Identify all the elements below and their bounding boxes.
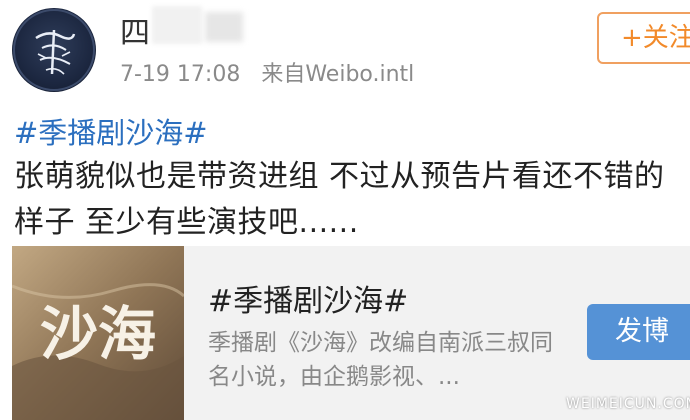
post-weibo-button[interactable]: 发博 <box>587 304 690 360</box>
post-source[interactable]: 来自Weibo.intl <box>261 62 414 87</box>
post-meta: 7-19 17:08 来自Weibo.intl <box>120 56 414 88</box>
post-text: 张萌貌似也是带资进组 不过从预告片看还不错的样子 至少有些演技吧...... <box>14 159 665 240</box>
site-watermark: WEIMEICUN.COM <box>566 396 690 412</box>
poster-title: 沙海 <box>40 300 156 368</box>
post-hashtag-link[interactable]: #季播剧沙海# <box>14 110 208 152</box>
topic-card-description: 季播剧《沙海》改编自南派三叔同名小说，由企鹅影视、... <box>208 330 553 390</box>
follow-button[interactable]: +关注 <box>597 12 690 64</box>
username[interactable]: 四 <box>120 8 151 52</box>
shahai-poster-image: 沙海 <box>12 246 184 420</box>
topic-card-image[interactable]: 沙海 <box>12 246 184 420</box>
username-redaction-2 <box>205 12 243 42</box>
topic-card[interactable]: 沙海 #季播剧沙海# 季播剧《沙海》改编自南派三叔同名小说，由企鹅影视、... … <box>12 246 690 420</box>
post-timestamp: 7-19 17:08 <box>120 62 241 87</box>
calligraphy-logo-icon <box>13 9 95 91</box>
username-redaction <box>152 6 202 44</box>
user-avatar[interactable] <box>12 8 96 92</box>
topic-card-title[interactable]: #季播剧沙海# <box>208 276 408 320</box>
